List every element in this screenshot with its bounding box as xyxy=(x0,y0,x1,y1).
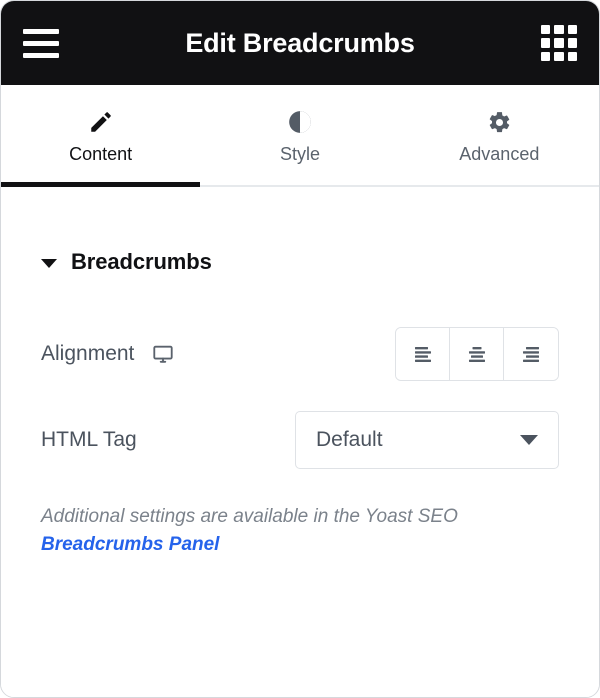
tab-style[interactable]: Style xyxy=(200,85,399,185)
grid-cell xyxy=(567,51,577,61)
breadcrumbs-panel-link[interactable]: Breadcrumbs Panel xyxy=(41,534,219,555)
additional-settings-note: Additional settings are available in the… xyxy=(41,503,559,558)
html-tag-field: Default xyxy=(295,411,559,469)
align-left-icon xyxy=(412,344,434,364)
control-row-alignment: Alignment xyxy=(41,327,559,381)
section-title: Breadcrumbs xyxy=(71,249,212,274)
grid-cell xyxy=(541,38,551,48)
chevron-down-icon xyxy=(520,435,538,445)
alignment-button-group xyxy=(395,327,559,381)
grid-cell xyxy=(567,25,577,35)
edit-breadcrumbs-panel: Edit Breadcrumbs Content Style Advanced … xyxy=(0,0,600,698)
note-text: Additional settings are available in the… xyxy=(41,506,458,527)
grid-cell xyxy=(554,51,564,61)
tab-content-label: Content xyxy=(69,144,133,164)
grid-cell xyxy=(554,38,564,48)
align-right-icon xyxy=(520,344,542,364)
tab-advanced[interactable]: Advanced xyxy=(400,85,599,185)
grid-cell xyxy=(541,25,551,35)
grid-cell xyxy=(554,25,564,35)
align-center-icon xyxy=(466,344,488,364)
hamburger-menu-icon[interactable] xyxy=(23,21,67,65)
html-tag-select[interactable]: Default xyxy=(295,411,559,469)
contrast-icon xyxy=(287,109,313,135)
hamburger-bar xyxy=(23,40,59,46)
tab-bar: Content Style Advanced xyxy=(1,85,599,187)
pencil-icon xyxy=(88,109,114,135)
alignment-label-group: Alignment xyxy=(41,342,174,366)
panel-body: Breadcrumbs Alignment HTML Tag Default A… xyxy=(1,187,599,697)
grid-cell xyxy=(541,51,551,61)
apps-grid-icon[interactable] xyxy=(541,25,577,61)
align-right-button[interactable] xyxy=(504,328,558,380)
section-header-breadcrumbs[interactable]: Breadcrumbs xyxy=(41,187,559,275)
desktop-monitor-icon[interactable] xyxy=(152,343,174,365)
tab-advanced-label: Advanced xyxy=(459,144,540,164)
alignment-label: Alignment xyxy=(41,342,135,365)
html-tag-value: Default xyxy=(316,428,383,451)
gear-icon xyxy=(487,109,512,135)
tab-content[interactable]: Content xyxy=(1,85,201,187)
control-row-html-tag: HTML Tag Default xyxy=(41,411,559,469)
hamburger-bar xyxy=(23,52,59,58)
align-left-button[interactable] xyxy=(396,328,450,380)
html-tag-label-group: HTML Tag xyxy=(41,428,137,452)
page-title: Edit Breadcrumbs xyxy=(185,27,415,58)
hamburger-bar xyxy=(23,28,59,34)
grid-cell xyxy=(567,38,577,48)
caret-down-icon xyxy=(41,258,57,268)
panel-header: Edit Breadcrumbs xyxy=(1,1,599,85)
align-center-button[interactable] xyxy=(450,328,504,380)
tab-style-label: Style xyxy=(279,144,320,164)
html-tag-select-wrap: Default xyxy=(295,411,559,469)
html-tag-label: HTML Tag xyxy=(41,428,137,451)
alignment-field xyxy=(395,327,559,381)
